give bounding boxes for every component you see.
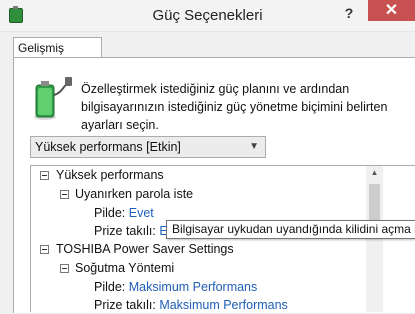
tree-item-plugged-in[interactable]: Prize takılı: Ev bbox=[94, 222, 174, 240]
tree-item-toshiba[interactable]: TOSHIBA Power Saver Settings bbox=[56, 240, 234, 258]
tree-item-cooling-battery[interactable]: Pilde: Maksimum Performans bbox=[94, 278, 257, 296]
power-plan-select[interactable]: Yüksek performans [Etkin] ▼ bbox=[30, 136, 266, 158]
tree-item-cooling-plugged[interactable]: Prize takılı: Maksimum Performans bbox=[94, 296, 288, 314]
tree-item-on-battery[interactable]: Pilde: Evet bbox=[94, 204, 154, 222]
tooltip: Bilgisayar uykudan uyandığında kilidini … bbox=[166, 220, 415, 239]
title-bar: Güç Seçenekleri ? ✕ bbox=[0, 0, 415, 32]
tree-item-plan[interactable]: Yüksek performans bbox=[56, 166, 164, 184]
on-battery-value[interactable]: Evet bbox=[129, 206, 154, 220]
on-battery-label: Pilde: bbox=[94, 206, 126, 220]
cooling-battery-label: Pilde: bbox=[94, 280, 126, 294]
tree-item-password[interactable]: Uyanırken parola iste bbox=[75, 185, 193, 203]
plugged-in-label: Prize takılı: bbox=[94, 224, 156, 238]
collapse-icon[interactable] bbox=[60, 190, 69, 199]
scrollbar-thumb[interactable] bbox=[369, 184, 380, 224]
scroll-up-icon[interactable]: ▲ bbox=[366, 168, 383, 182]
tree-item-cooling[interactable]: Soğutma Yöntemi bbox=[75, 259, 174, 277]
cooling-battery-value[interactable]: Maksimum Performans bbox=[129, 280, 258, 294]
close-button[interactable]: ✕ bbox=[368, 0, 415, 21]
chevron-down-icon: ▼ bbox=[249, 141, 259, 152]
tab-advanced-settings[interactable]: Gelişmiş ayarlar bbox=[13, 37, 102, 76]
collapse-icon[interactable] bbox=[60, 264, 69, 273]
cooling-plugged-label: Prize takılı: bbox=[94, 298, 156, 312]
collapse-icon[interactable] bbox=[40, 171, 49, 180]
help-button[interactable]: ? bbox=[336, 2, 362, 24]
battery-plug-icon bbox=[34, 77, 72, 120]
collapse-icon[interactable] bbox=[40, 245, 49, 254]
power-plan-select-value: Yüksek performans [Etkin] bbox=[35, 140, 181, 154]
description-text: Özelleştirmek istediğiniz güç planını ve… bbox=[81, 82, 388, 132]
cooling-plugged-value[interactable]: Maksimum Performans bbox=[159, 298, 288, 312]
